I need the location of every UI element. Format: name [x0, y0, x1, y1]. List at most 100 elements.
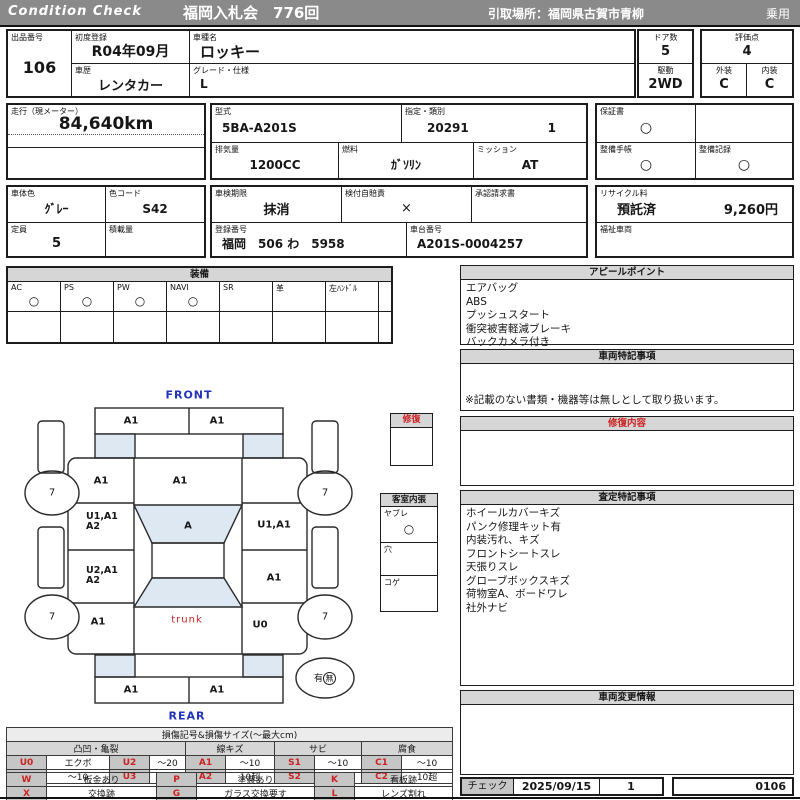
- vehicle-notes-note: ※記載のない書類・機器等は無しとして取り扱います。: [465, 394, 725, 406]
- panel-front-bumper-right: A1: [209, 415, 225, 427]
- appeal-item: 衝突被害軽減ブレーキ: [466, 322, 571, 335]
- vehicle-class: 乗用: [765, 7, 790, 21]
- inspection-cell: 車検期限 抹消: [212, 187, 342, 223]
- color-code-value: S42: [142, 201, 168, 216]
- equipment-box: 装備 AC ○ PS ○ PW ○ NAVI ○ SR 革 左ﾊﾝﾄﾞﾙ: [6, 266, 393, 344]
- load-value: [106, 231, 204, 256]
- insurance-value: ×: [401, 201, 412, 216]
- wheel-size-mark: 7: [48, 487, 56, 499]
- spare-tire-mark: 有無: [313, 671, 337, 685]
- exterior-cell: 外装 C: [702, 64, 747, 96]
- lot-number: 106: [22, 58, 57, 77]
- legend-category: 線キズ: [185, 741, 275, 756]
- color-box: 車体色 ｸﾞﾚｰ 色コード S42 定員 5 積載量: [6, 185, 206, 258]
- panel-left-fender-line2: A2: [86, 521, 100, 532]
- appeal-section: アピールポイント エアバッグ ABS プッシュスタート 衝突被害軽減ブレーキ バ…: [460, 265, 794, 348]
- lining-burn-value: [381, 584, 437, 609]
- diagram-front-label: FRONT: [165, 388, 213, 402]
- legend-code: W: [6, 772, 47, 787]
- warranty-value: ○: [639, 119, 653, 136]
- displacement-value: 1200CC: [249, 157, 301, 172]
- panel-right-quarter: U0: [252, 619, 268, 631]
- approval-value: [472, 195, 586, 222]
- recycle-box: リサイクル料 預託済 9,260円 福祉車両: [595, 185, 794, 258]
- check-date: 2025/09/15: [514, 779, 600, 794]
- wheel-size-mark: 7: [48, 611, 56, 623]
- equipment-mark: ○: [81, 293, 93, 308]
- rear-window-shape: [132, 577, 244, 608]
- assessment-item: 内装汚れ、キズ: [466, 534, 540, 546]
- panel-windshield: A: [184, 520, 192, 532]
- panel-left-door: U2,A1 A2: [86, 566, 118, 586]
- maintenance-record-cell: 整備記録 ○: [696, 143, 792, 178]
- chassis-cell: 車台番号 A201S-0004257: [407, 223, 586, 256]
- interior-value: C: [764, 76, 775, 92]
- panel-left-door-line2: A2: [86, 575, 100, 586]
- equipment-cell: 左ﾊﾝﾄﾞﾙ: [326, 282, 379, 311]
- doors-cell: ドア数 5: [639, 31, 692, 64]
- legend-code: A1: [185, 755, 226, 770]
- documents-empty-cell: [696, 105, 792, 143]
- legend-desc: エクボ: [46, 755, 110, 770]
- equipment-mark: ○: [187, 293, 199, 308]
- assessment-item: 社外ナビ: [466, 601, 508, 614]
- score-box: 評価点 4 外装 C 内装 C: [700, 29, 794, 98]
- equipment-empty-cell: [326, 311, 379, 342]
- cabin-lining-box: 客室内張 ヤブレ ○ 穴 コゲ: [380, 493, 438, 612]
- equipment-empty-cell: [379, 311, 391, 342]
- vehicle-notes-section: 車両特記事項 ※記載のない書類・機器等は無しとして取り扱います。: [460, 349, 794, 411]
- legend-category: 腐食: [360, 741, 454, 756]
- score-cell: 評価点 4: [702, 31, 792, 64]
- assessment-item: グローブボックスキズ: [466, 574, 571, 587]
- panel-front-bumper-left: A1: [123, 415, 139, 427]
- equipment-cell: PW ○: [114, 282, 167, 311]
- equipment-cell: SR: [220, 282, 273, 311]
- model-name-value: ロッキー: [200, 42, 261, 61]
- roof-shape: [151, 542, 225, 579]
- equipment-mark: [273, 290, 325, 311]
- right-front-sill-shape: [311, 420, 339, 474]
- equipment-empty-cell: [167, 311, 220, 342]
- exterior-value: C: [719, 76, 729, 92]
- grade-value: L: [200, 77, 208, 91]
- equipment-mark: ○: [28, 293, 40, 308]
- legend-code: C1: [361, 755, 402, 770]
- interior-cell: 内装 C: [747, 64, 792, 96]
- repair-details-title: 修復内容: [461, 417, 793, 431]
- reg-number-cell: 登録番号 福岡 506 わ 5958: [212, 223, 407, 256]
- right-rear-sill-shape: [311, 526, 339, 589]
- insurance-cell: 検付自賠責 ×: [342, 187, 472, 223]
- mileage-cell: 走行（現メーター） 84,640km: [8, 105, 204, 135]
- assessment-notes-title: 査定特記事項: [461, 491, 793, 505]
- auction-title: 福岡入札会 776回: [183, 4, 320, 22]
- warranty-cell: 保証書 ○: [597, 105, 696, 143]
- mileage-value: 84,640km: [58, 113, 154, 134]
- equipment-empty-cell: [273, 311, 326, 342]
- wheel-size-mark: 7: [321, 611, 329, 623]
- drive-cell: 駆動 2WD: [639, 64, 692, 96]
- rear-left-lamp-shape: [94, 654, 136, 678]
- front-left-lamp-shape: [94, 433, 136, 459]
- load-cell: 積載量: [106, 223, 204, 256]
- assessment-item: フロントシートスレ: [466, 547, 561, 560]
- equipment-cell: AC ○: [8, 282, 61, 311]
- mileage-box: 走行（現メーター） 84,640km: [6, 103, 206, 180]
- inspection-value: 抹消: [263, 203, 290, 218]
- basic-info-box: 出品番号 106 初度登録 R04年09月 車歴 レンタカー 車種名 ロッキー …: [6, 29, 636, 98]
- recycle-status: 預託済: [617, 203, 657, 218]
- legend-code: S1: [274, 755, 315, 770]
- legend-desc: 〜10: [225, 755, 275, 770]
- spare-present-label: 有: [313, 674, 324, 684]
- trunk-label: trunk: [171, 614, 203, 626]
- capacity-value: 5: [51, 236, 62, 251]
- appeal-item: バックカメラ付き: [466, 336, 550, 348]
- bottom-rule: [0, 797, 800, 799]
- maintenance-book-value: ○: [639, 156, 653, 173]
- welfare-cell: 福祉車両: [597, 223, 792, 256]
- rear-right-lamp-shape: [242, 654, 284, 678]
- lot-cell: 出品番号 106: [8, 31, 72, 96]
- check-version: 1: [627, 780, 635, 793]
- assessment-item: 荷物室A、ボードワレ: [466, 588, 568, 600]
- documents-box: 保証書 ○ 整備手帳 ○ 整備記録 ○: [595, 103, 794, 180]
- lining-tear-value: ○: [403, 521, 415, 536]
